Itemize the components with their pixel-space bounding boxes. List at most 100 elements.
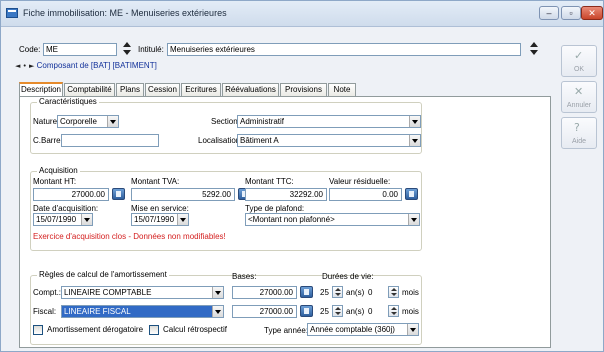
- compt-annees-value[interactable]: 25: [320, 288, 329, 298]
- amortissement-title: Règles de calcul de l'amortissement: [37, 270, 169, 280]
- type-annee-label: Type année:: [264, 326, 309, 335]
- compt-label: Compt.:: [33, 288, 62, 297]
- tab-comptabilite[interactable]: Comptabilité: [64, 83, 115, 97]
- nature-value: Corporelle: [60, 117, 97, 126]
- fiscal-mois-spinner-icon[interactable]: [388, 305, 399, 317]
- section-label: Section:: [211, 117, 240, 126]
- calculator-icon[interactable]: [300, 286, 313, 298]
- nav-next-icon[interactable]: ►: [29, 62, 34, 70]
- calculator-icon[interactable]: [405, 188, 418, 200]
- chevron-down-icon[interactable]: [409, 116, 420, 127]
- derogatoire-label: Amortissement dérogatoire: [47, 325, 144, 334]
- retrospectif-label: Calcul rétrospectif: [163, 325, 228, 334]
- mise-en-service-value: 15/07/1990: [134, 215, 175, 224]
- fiscal-base-input[interactable]: 27000.00: [232, 305, 297, 318]
- maximize-button[interactable]: ▫: [561, 6, 581, 20]
- check-icon: ✓: [574, 49, 584, 62]
- compt-base-input[interactable]: 27000.00: [232, 286, 297, 299]
- localisation-value: Bâtiment A: [240, 136, 279, 145]
- montant-ht-label: Montant HT:: [33, 177, 77, 186]
- code-input[interactable]: ME: [43, 43, 117, 56]
- compt-method-value: LINEAIRE COMPTABLE: [64, 288, 152, 297]
- chevron-down-icon[interactable]: [407, 324, 418, 335]
- compt-method-select[interactable]: LINEAIRE COMPTABLE: [61, 286, 224, 299]
- fiscal-annees-spinner-icon[interactable]: [332, 305, 343, 317]
- acquisition-title: Acquisition: [37, 166, 80, 176]
- annuler-label: Annuler: [566, 102, 592, 109]
- fiscal-method-select[interactable]: LINEAIRE FISCAL: [61, 305, 224, 318]
- chevron-down-icon[interactable]: [408, 214, 419, 225]
- intitule-updown-icon[interactable]: [529, 42, 540, 56]
- compt-ans-label: an(s): [346, 288, 365, 297]
- calculator-icon[interactable]: [112, 188, 125, 200]
- localisation-select[interactable]: Bâtiment A: [237, 134, 421, 147]
- chevron-down-icon[interactable]: [81, 214, 92, 225]
- section-value: Administratif: [240, 117, 285, 126]
- date-acquisition-value: 15/07/1990: [36, 215, 77, 224]
- compt-mois-label: mois: [402, 288, 419, 297]
- montant-tva-label: Montant TVA:: [131, 177, 180, 186]
- compt-mois-value[interactable]: 0: [368, 288, 372, 298]
- type-annee-select[interactable]: Année comptable (360j): [307, 323, 419, 336]
- help-icon: ?: [574, 121, 580, 134]
- montant-tva-input[interactable]: 5292.00: [131, 188, 235, 201]
- app-window-icon: [6, 8, 18, 18]
- tab-cession[interactable]: Cession: [145, 83, 180, 97]
- chevron-down-icon[interactable]: [212, 306, 223, 317]
- retrospectif-checkbox[interactable]: [149, 325, 159, 335]
- close-button[interactable]: ✕: [581, 6, 603, 20]
- mise-en-service-picker[interactable]: 15/07/1990: [131, 213, 189, 226]
- annuler-button[interactable]: ✕ Annuler: [561, 81, 597, 113]
- tab-description[interactable]: Description: [19, 82, 63, 97]
- cbarre-input[interactable]: [61, 134, 159, 147]
- calculator-icon[interactable]: [300, 305, 313, 317]
- caracteristiques-title: Caractéristiques: [37, 97, 99, 107]
- code-updown-icon[interactable]: [122, 42, 133, 56]
- parent-component-nav[interactable]: ◄ • ► Composant de [BAT] [BATIMENT]: [15, 61, 157, 70]
- fiscal-method-value: LINEAIRE FISCAL: [64, 307, 131, 316]
- acquisition-warning: Exercice d'acquisition clos - Données no…: [33, 232, 226, 241]
- compt-annees-spinner-icon[interactable]: [332, 286, 343, 298]
- nature-label: Nature:: [33, 117, 60, 126]
- tab-provisions[interactable]: Provisions: [280, 83, 327, 97]
- fiscal-label: Fiscal:: [33, 307, 57, 316]
- chevron-down-icon[interactable]: [177, 214, 188, 225]
- tab-reevaluations[interactable]: Réévaluations: [222, 83, 279, 97]
- parent-component-link[interactable]: Composant de [BAT] [BATIMENT]: [37, 61, 157, 70]
- intitule-input[interactable]: Menuiseries extérieures: [167, 43, 521, 56]
- date-acquisition-picker[interactable]: 15/07/1990: [33, 213, 93, 226]
- montant-ttc-input: 32292.00: [245, 188, 327, 201]
- fiscal-mois-value[interactable]: 0: [368, 307, 372, 317]
- nav-prev-icon[interactable]: ◄: [15, 62, 20, 70]
- nature-select[interactable]: Corporelle: [57, 115, 119, 128]
- caracteristiques-group: Caractéristiques Nature: Corporelle Sect…: [30, 97, 422, 154]
- tab-note[interactable]: Note: [328, 83, 356, 97]
- fiscal-ans-label: an(s): [346, 307, 365, 316]
- ok-button[interactable]: ✓ OK: [561, 45, 597, 77]
- montant-ht-input[interactable]: 27000.00: [33, 188, 109, 201]
- cbarre-label: C.Barre:: [33, 136, 63, 145]
- valeur-residuelle-input[interactable]: 0.00: [329, 188, 402, 201]
- derogatoire-checkbox[interactable]: [33, 325, 43, 335]
- acquisition-group: Acquisition Montant HT: 27000.00 Montant…: [30, 166, 422, 251]
- section-select[interactable]: Administratif: [237, 115, 421, 128]
- cancel-x-icon: ✕: [574, 85, 584, 98]
- tab-plans[interactable]: Plans: [116, 83, 144, 97]
- compt-mois-spinner-icon[interactable]: [388, 286, 399, 298]
- bases-label: Bases:: [232, 272, 257, 281]
- chevron-down-icon[interactable]: [212, 287, 223, 298]
- minimize-button[interactable]: –: [539, 6, 559, 20]
- nav-dot-icon: •: [22, 62, 27, 70]
- amortissement-group: Règles de calcul de l'amortissement Base…: [30, 270, 422, 345]
- description-panel: Caractéristiques Nature: Corporelle Sect…: [19, 96, 551, 348]
- tab-ecritures[interactable]: Ecritures: [181, 83, 221, 97]
- type-plafond-select[interactable]: <Montant non plafonné>: [245, 213, 420, 226]
- chevron-down-icon[interactable]: [107, 116, 118, 127]
- code-label: Code:: [19, 45, 41, 54]
- localisation-label: Localisation:: [198, 136, 243, 145]
- type-annee-value: Année comptable (360j): [310, 325, 395, 334]
- valeur-residuelle-label: Valeur résiduelle:: [329, 177, 391, 186]
- aide-button[interactable]: ? Aide: [561, 117, 597, 149]
- chevron-down-icon[interactable]: [409, 135, 420, 146]
- fiscal-annees-value[interactable]: 25: [320, 307, 329, 317]
